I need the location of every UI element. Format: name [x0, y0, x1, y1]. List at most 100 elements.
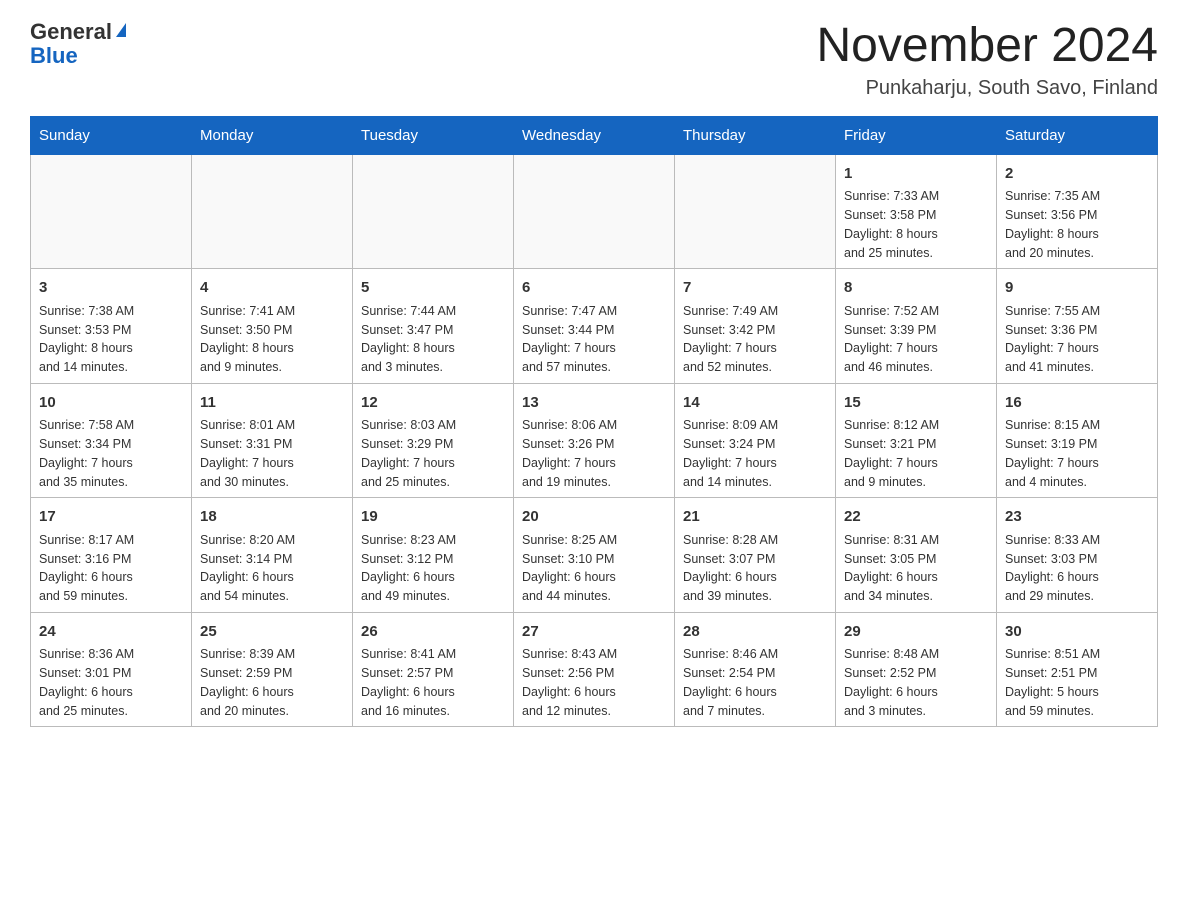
calendar-day-cell: 25Sunrise: 8:39 AM Sunset: 2:59 PM Dayli…: [192, 612, 353, 727]
day-info: Sunrise: 8:12 AM Sunset: 3:21 PM Dayligh…: [844, 416, 988, 491]
calendar-day-cell: 24Sunrise: 8:36 AM Sunset: 3:01 PM Dayli…: [31, 612, 192, 727]
logo: General Blue: [30, 20, 126, 68]
weekday-header: Friday: [836, 116, 997, 154]
weekday-header: Monday: [192, 116, 353, 154]
day-number: 23: [1005, 506, 1149, 529]
day-info: Sunrise: 8:03 AM Sunset: 3:29 PM Dayligh…: [361, 416, 505, 491]
weekday-header: Thursday: [675, 116, 836, 154]
day-info: Sunrise: 7:47 AM Sunset: 3:44 PM Dayligh…: [522, 302, 666, 377]
calendar-day-cell: 29Sunrise: 8:48 AM Sunset: 2:52 PM Dayli…: [836, 612, 997, 727]
calendar-day-cell: 17Sunrise: 8:17 AM Sunset: 3:16 PM Dayli…: [31, 498, 192, 613]
day-info: Sunrise: 8:39 AM Sunset: 2:59 PM Dayligh…: [200, 645, 344, 720]
day-number: 18: [200, 506, 344, 529]
calendar-header-row: SundayMondayTuesdayWednesdayThursdayFrid…: [31, 116, 1158, 154]
day-number: 30: [1005, 621, 1149, 644]
calendar-day-cell: 26Sunrise: 8:41 AM Sunset: 2:57 PM Dayli…: [353, 612, 514, 727]
day-number: 24: [39, 621, 183, 644]
day-info: Sunrise: 8:51 AM Sunset: 2:51 PM Dayligh…: [1005, 645, 1149, 720]
day-number: 11: [200, 392, 344, 415]
calendar-day-cell: 19Sunrise: 8:23 AM Sunset: 3:12 PM Dayli…: [353, 498, 514, 613]
calendar-day-cell: 4Sunrise: 7:41 AM Sunset: 3:50 PM Daylig…: [192, 269, 353, 384]
calendar-day-cell: [353, 154, 514, 269]
day-info: Sunrise: 8:06 AM Sunset: 3:26 PM Dayligh…: [522, 416, 666, 491]
calendar-day-cell: 12Sunrise: 8:03 AM Sunset: 3:29 PM Dayli…: [353, 383, 514, 498]
calendar-day-cell: 15Sunrise: 8:12 AM Sunset: 3:21 PM Dayli…: [836, 383, 997, 498]
day-info: Sunrise: 8:25 AM Sunset: 3:10 PM Dayligh…: [522, 531, 666, 606]
day-number: 5: [361, 277, 505, 300]
calendar-week-row: 24Sunrise: 8:36 AM Sunset: 3:01 PM Dayli…: [31, 612, 1158, 727]
day-info: Sunrise: 7:41 AM Sunset: 3:50 PM Dayligh…: [200, 302, 344, 377]
calendar-week-row: 10Sunrise: 7:58 AM Sunset: 3:34 PM Dayli…: [31, 383, 1158, 498]
calendar-table: SundayMondayTuesdayWednesdayThursdayFrid…: [30, 116, 1158, 728]
calendar-day-cell: [514, 154, 675, 269]
day-info: Sunrise: 8:01 AM Sunset: 3:31 PM Dayligh…: [200, 416, 344, 491]
day-number: 27: [522, 621, 666, 644]
calendar-day-cell: 27Sunrise: 8:43 AM Sunset: 2:56 PM Dayli…: [514, 612, 675, 727]
calendar-day-cell: 8Sunrise: 7:52 AM Sunset: 3:39 PM Daylig…: [836, 269, 997, 384]
day-number: 14: [683, 392, 827, 415]
day-info: Sunrise: 7:55 AM Sunset: 3:36 PM Dayligh…: [1005, 302, 1149, 377]
calendar-day-cell: 10Sunrise: 7:58 AM Sunset: 3:34 PM Dayli…: [31, 383, 192, 498]
day-number: 6: [522, 277, 666, 300]
location-title: Punkaharju, South Savo, Finland: [816, 77, 1158, 100]
logo-general-text: General: [30, 20, 112, 44]
calendar-day-cell: 22Sunrise: 8:31 AM Sunset: 3:05 PM Dayli…: [836, 498, 997, 613]
day-number: 9: [1005, 277, 1149, 300]
day-info: Sunrise: 7:44 AM Sunset: 3:47 PM Dayligh…: [361, 302, 505, 377]
day-info: Sunrise: 7:33 AM Sunset: 3:58 PM Dayligh…: [844, 187, 988, 262]
day-info: Sunrise: 7:49 AM Sunset: 3:42 PM Dayligh…: [683, 302, 827, 377]
calendar-week-row: 3Sunrise: 7:38 AM Sunset: 3:53 PM Daylig…: [31, 269, 1158, 384]
calendar-day-cell: 16Sunrise: 8:15 AM Sunset: 3:19 PM Dayli…: [997, 383, 1158, 498]
day-info: Sunrise: 8:46 AM Sunset: 2:54 PM Dayligh…: [683, 645, 827, 720]
day-info: Sunrise: 8:20 AM Sunset: 3:14 PM Dayligh…: [200, 531, 344, 606]
logo-triangle-icon: [116, 23, 126, 37]
calendar-day-cell: 28Sunrise: 8:46 AM Sunset: 2:54 PM Dayli…: [675, 612, 836, 727]
day-info: Sunrise: 8:15 AM Sunset: 3:19 PM Dayligh…: [1005, 416, 1149, 491]
day-info: Sunrise: 8:31 AM Sunset: 3:05 PM Dayligh…: [844, 531, 988, 606]
day-number: 12: [361, 392, 505, 415]
calendar-day-cell: 7Sunrise: 7:49 AM Sunset: 3:42 PM Daylig…: [675, 269, 836, 384]
day-info: Sunrise: 7:35 AM Sunset: 3:56 PM Dayligh…: [1005, 187, 1149, 262]
calendar-day-cell: 1Sunrise: 7:33 AM Sunset: 3:58 PM Daylig…: [836, 154, 997, 269]
day-number: 10: [39, 392, 183, 415]
calendar-day-cell: 30Sunrise: 8:51 AM Sunset: 2:51 PM Dayli…: [997, 612, 1158, 727]
day-number: 15: [844, 392, 988, 415]
day-info: Sunrise: 8:33 AM Sunset: 3:03 PM Dayligh…: [1005, 531, 1149, 606]
day-number: 21: [683, 506, 827, 529]
calendar-week-row: 17Sunrise: 8:17 AM Sunset: 3:16 PM Dayli…: [31, 498, 1158, 613]
day-info: Sunrise: 8:23 AM Sunset: 3:12 PM Dayligh…: [361, 531, 505, 606]
title-block: November 2024 Punkaharju, South Savo, Fi…: [816, 20, 1158, 100]
calendar-day-cell: 3Sunrise: 7:38 AM Sunset: 3:53 PM Daylig…: [31, 269, 192, 384]
day-info: Sunrise: 8:09 AM Sunset: 3:24 PM Dayligh…: [683, 416, 827, 491]
calendar-day-cell: 2Sunrise: 7:35 AM Sunset: 3:56 PM Daylig…: [997, 154, 1158, 269]
day-number: 17: [39, 506, 183, 529]
calendar-day-cell: 21Sunrise: 8:28 AM Sunset: 3:07 PM Dayli…: [675, 498, 836, 613]
calendar-day-cell: 5Sunrise: 7:44 AM Sunset: 3:47 PM Daylig…: [353, 269, 514, 384]
calendar-day-cell: [192, 154, 353, 269]
calendar-day-cell: 11Sunrise: 8:01 AM Sunset: 3:31 PM Dayli…: [192, 383, 353, 498]
day-info: Sunrise: 8:17 AM Sunset: 3:16 PM Dayligh…: [39, 531, 183, 606]
calendar-day-cell: [675, 154, 836, 269]
day-info: Sunrise: 8:41 AM Sunset: 2:57 PM Dayligh…: [361, 645, 505, 720]
day-number: 2: [1005, 163, 1149, 186]
month-title: November 2024: [816, 20, 1158, 73]
day-number: 1: [844, 163, 988, 186]
day-number: 28: [683, 621, 827, 644]
calendar-day-cell: 14Sunrise: 8:09 AM Sunset: 3:24 PM Dayli…: [675, 383, 836, 498]
day-number: 20: [522, 506, 666, 529]
page-header: General Blue November 2024 Punkaharju, S…: [30, 20, 1158, 100]
day-number: 29: [844, 621, 988, 644]
day-number: 3: [39, 277, 183, 300]
day-info: Sunrise: 8:36 AM Sunset: 3:01 PM Dayligh…: [39, 645, 183, 720]
calendar-day-cell: 6Sunrise: 7:47 AM Sunset: 3:44 PM Daylig…: [514, 269, 675, 384]
day-number: 7: [683, 277, 827, 300]
calendar-day-cell: 18Sunrise: 8:20 AM Sunset: 3:14 PM Dayli…: [192, 498, 353, 613]
day-info: Sunrise: 7:38 AM Sunset: 3:53 PM Dayligh…: [39, 302, 183, 377]
logo-blue-text: Blue: [30, 44, 78, 68]
calendar-week-row: 1Sunrise: 7:33 AM Sunset: 3:58 PM Daylig…: [31, 154, 1158, 269]
day-number: 4: [200, 277, 344, 300]
day-info: Sunrise: 7:58 AM Sunset: 3:34 PM Dayligh…: [39, 416, 183, 491]
calendar-day-cell: 23Sunrise: 8:33 AM Sunset: 3:03 PM Dayli…: [997, 498, 1158, 613]
calendar-day-cell: [31, 154, 192, 269]
day-number: 22: [844, 506, 988, 529]
